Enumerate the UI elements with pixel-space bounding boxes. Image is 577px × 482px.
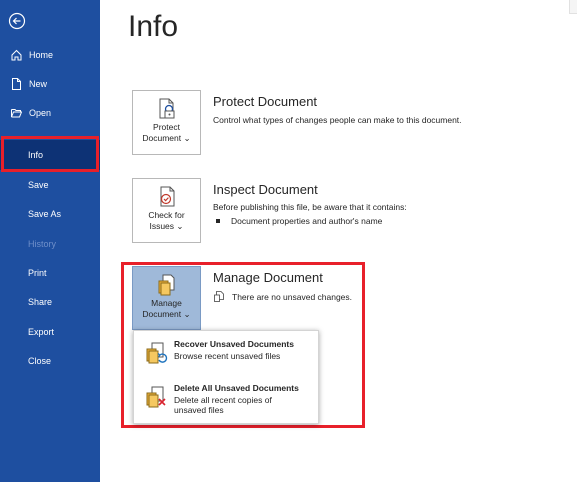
sidebar-item-close[interactable]: Close (0, 351, 100, 371)
recover-unsaved-title: Recover Unsaved Documents (174, 339, 294, 349)
check-document-icon (160, 186, 174, 207)
protect-document-button[interactable]: Protect Document ⌄ (132, 90, 201, 155)
sidebar-item-save-as[interactable]: Save As (0, 204, 100, 224)
tile-label-line1: Protect (153, 122, 180, 132)
tile-label-line2: Document ⌄ (142, 309, 191, 319)
delete-documents-icon (146, 386, 166, 408)
backstage-sidebar: Home New Open Info Save Save As History … (0, 0, 100, 482)
chevron-down-icon: ⌄ (183, 133, 191, 143)
home-icon (11, 49, 22, 61)
sidebar-item-share[interactable]: Share (0, 292, 100, 312)
sidebar-item-label: Save (28, 180, 49, 190)
sidebar-item-export[interactable]: Export (0, 322, 100, 342)
sidebar-item-home[interactable]: Home (0, 45, 100, 65)
document-status-icon (214, 291, 224, 302)
delete-unsaved-desc: Delete all recent copies of unsaved file… (174, 395, 272, 415)
back-arrow-icon[interactable] (8, 12, 26, 30)
sidebar-item-label: Close (28, 356, 52, 366)
tile-label-line2: Issues ⌄ (149, 221, 184, 231)
sidebar-item-label: Open (29, 108, 52, 118)
sidebar-item-print[interactable]: Print (0, 263, 100, 283)
lock-document-icon (159, 98, 174, 119)
sidebar-item-label: Print (28, 268, 47, 278)
check-for-issues-button[interactable]: Check for Issues ⌄ (132, 178, 201, 243)
window-edge (569, 0, 577, 14)
delete-all-unsaved-documents-item[interactable]: Delete All Unsaved Documents Delete all … (134, 379, 320, 419)
tile-label-line1: Check for (148, 210, 185, 220)
manage-document-button[interactable]: Manage Document ⌄ (132, 266, 201, 330)
inspect-document-title: Inspect Document (213, 182, 318, 197)
sidebar-item-label: Export (28, 327, 55, 337)
sidebar-item-history: History (0, 234, 100, 254)
sidebar-item-label: New (29, 79, 48, 89)
recover-documents-icon (146, 342, 168, 364)
chevron-down-icon: ⌄ (183, 309, 191, 319)
tile-label-line2: Document ⌄ (142, 133, 191, 143)
folder-open-icon (11, 109, 22, 118)
inspect-document-desc: Before publishing this file, be aware th… (213, 202, 407, 212)
new-document-icon (12, 78, 21, 90)
sidebar-item-new[interactable]: New (0, 74, 100, 94)
manage-document-title: Manage Document (213, 270, 323, 285)
recover-unsaved-documents-item[interactable]: Recover Unsaved Documents Browse recent … (134, 335, 320, 375)
sidebar-item-label: Share (28, 297, 53, 307)
manage-document-menu: Recover Unsaved Documents Browse recent … (133, 330, 319, 424)
inspect-bullet-item: Document properties and author's name (216, 216, 382, 226)
sidebar-item-label: Save As (28, 209, 62, 219)
info-highlight-box (1, 136, 99, 172)
manage-document-icon (158, 274, 174, 296)
protect-document-desc: Control what types of changes people can… (213, 115, 462, 125)
protect-document-title: Protect Document (213, 94, 318, 109)
sidebar-item-label: History (28, 239, 57, 249)
sidebar-item-label: Home (29, 50, 54, 60)
recover-unsaved-desc: Browse recent unsaved files (174, 351, 281, 361)
tile-label-line1: Manage (151, 298, 182, 308)
delete-unsaved-title: Delete All Unsaved Documents (174, 383, 299, 393)
manage-document-status: There are no unsaved changes. (232, 292, 353, 302)
sidebar-item-save[interactable]: Save (0, 175, 100, 195)
sidebar-item-open[interactable]: Open (0, 103, 100, 123)
page-title: Info (128, 10, 179, 43)
chevron-down-icon: ⌄ (176, 221, 184, 231)
